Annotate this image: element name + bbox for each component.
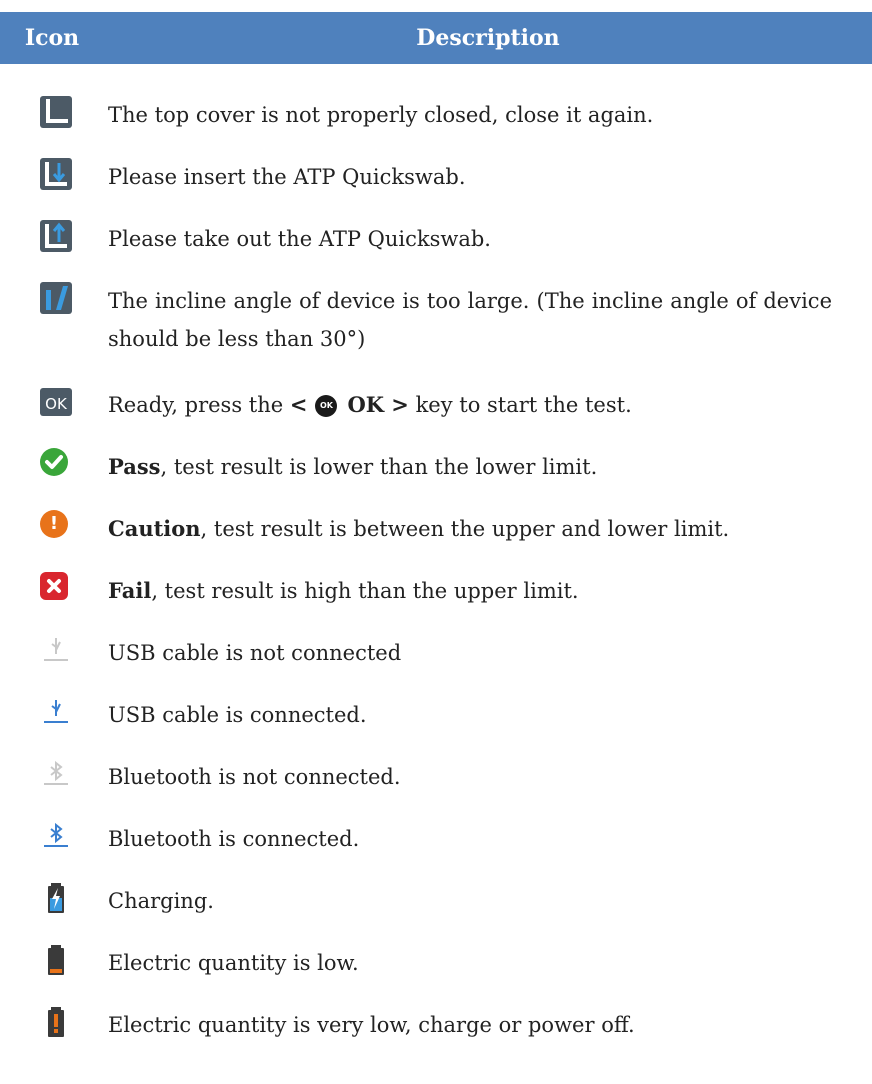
row-description: USB cable is not connected [108,641,402,665]
battery-charging-icon [40,882,72,914]
cover-open-icon [40,96,72,128]
row-description: Pass, test result is lower than the lowe… [108,448,832,486]
description-column-header: Description [416,25,560,51]
insert-swab-icon [40,158,72,190]
usb-connected-icon [40,696,72,728]
row-text: , test result is lower than the lower li… [160,455,598,479]
row-text-before: Ready, press the [108,393,290,417]
row-description: Electric quantity is low. [108,951,359,975]
fail-icon [40,572,72,604]
row-description: Ready, press the < OK OK > key to start th… [108,386,832,424]
ok-key-label: OK > [347,392,409,417]
row-description: Caution, test result is between the uppe… [108,510,832,548]
incline-icon [40,282,72,314]
row-description: Fail, test result is high than the upper… [108,572,832,610]
status-label: Caution [108,516,201,541]
row-description: Please take out the ATP Quickswab. [108,227,491,251]
ok-key-icon: OK [315,395,338,417]
status-label: Pass [108,454,161,479]
remove-swab-icon [40,220,72,252]
status-label: Fail [108,578,152,603]
row-description: Charging. [108,889,214,913]
usb-disconnected-icon [40,634,72,666]
row-text: , test result is between the upper and l… [200,517,730,541]
ok-ready-icon: OK [40,386,72,418]
bluetooth-connected-icon [40,820,72,852]
caution-icon: ! [40,510,72,542]
row-description: The top cover is not properly closed, cl… [108,103,654,127]
row-description: Bluetooth is connected. [108,827,360,851]
svg-text:OK: OK [45,395,68,413]
row-description: Please insert the ATP Quickswab. [108,165,466,189]
battery-low-icon [40,944,72,976]
row-text-after: key to start the test. [408,393,632,417]
bluetooth-disconnected-icon [40,758,72,790]
icon-column-header: Icon [24,25,80,51]
battery-very-low-icon [40,1006,72,1038]
row-description: Electric quantity is very low, charge or… [108,1013,635,1037]
row-text: , test result is high than the upper lim… [151,579,579,603]
pass-icon [40,448,72,480]
key-open-bracket: < [289,392,308,417]
row-description: Bluetooth is not connected. [108,765,401,789]
table-header: Icon Description [0,12,872,64]
row-description: USB cable is connected. [108,703,367,727]
row-description: The incline angle of device is too large… [108,289,832,351]
